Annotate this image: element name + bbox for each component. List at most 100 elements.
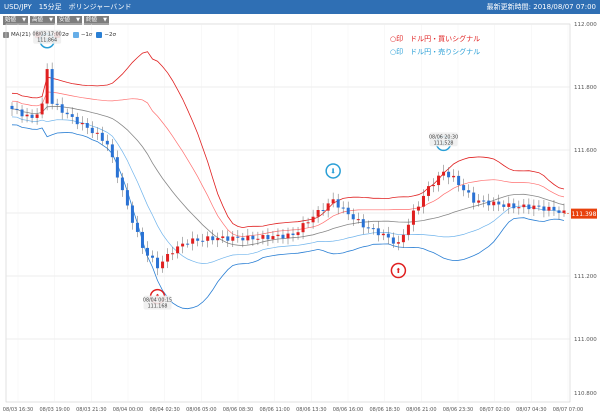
candle-body[interactable] — [35, 114, 39, 118]
candle-body[interactable] — [291, 233, 295, 236]
candle-body[interactable] — [492, 201, 496, 206]
candle-body[interactable] — [206, 236, 210, 241]
candle-body[interactable] — [60, 104, 64, 113]
candle-body[interactable] — [361, 219, 365, 228]
candle-body[interactable] — [421, 195, 425, 207]
candle-body[interactable] — [256, 238, 260, 240]
candle-body[interactable] — [301, 223, 305, 233]
candle-body[interactable] — [251, 235, 255, 240]
candle-body[interactable] — [366, 227, 370, 229]
candle-body[interactable] — [140, 231, 144, 248]
candle-body[interactable] — [467, 190, 471, 193]
candle-body[interactable] — [326, 203, 330, 211]
candle-body[interactable] — [216, 238, 220, 241]
candle-body[interactable] — [457, 175, 461, 186]
candle-body[interactable] — [497, 201, 501, 205]
candle-body[interactable] — [336, 199, 340, 208]
candle-body[interactable] — [211, 236, 215, 241]
candle-body[interactable] — [371, 228, 375, 230]
candle-body[interactable] — [196, 238, 200, 241]
candle-body[interactable] — [186, 243, 190, 245]
candle-body[interactable] — [176, 246, 180, 254]
candle-body[interactable] — [427, 186, 431, 196]
candle-body[interactable] — [231, 236, 235, 241]
candle-body[interactable] — [542, 206, 546, 211]
candle-body[interactable] — [15, 109, 19, 111]
candle-body[interactable] — [55, 103, 59, 105]
candle-body[interactable] — [331, 199, 335, 204]
candle-body[interactable] — [341, 207, 345, 209]
candle-body[interactable] — [266, 235, 270, 240]
candle-body[interactable] — [487, 200, 491, 206]
candle-body[interactable] — [562, 210, 566, 213]
candle-body[interactable] — [40, 103, 44, 115]
candle-body[interactable] — [271, 236, 275, 240]
candle-body[interactable] — [156, 257, 160, 269]
candle-body[interactable] — [10, 105, 14, 110]
candle-body[interactable] — [406, 224, 410, 235]
candle-body[interactable] — [120, 177, 124, 191]
candle-body[interactable] — [482, 200, 486, 202]
candle-body[interactable] — [95, 132, 99, 134]
candle-body[interactable] — [166, 253, 170, 262]
candle-body[interactable] — [376, 228, 380, 236]
candle-body[interactable] — [316, 209, 320, 217]
candle-body[interactable] — [75, 116, 79, 125]
candle-body[interactable] — [321, 209, 325, 211]
candle-body[interactable] — [532, 205, 536, 210]
candle-body[interactable] — [45, 69, 49, 104]
candle-body[interactable] — [286, 233, 290, 239]
candle-body[interactable] — [171, 253, 175, 255]
candle-body[interactable] — [80, 123, 84, 125]
candle-body[interactable] — [125, 190, 129, 206]
candle-body[interactable] — [452, 175, 456, 178]
candle-body[interactable] — [447, 171, 451, 178]
candle-body[interactable] — [281, 234, 285, 239]
candle-body[interactable] — [30, 114, 34, 118]
candle-body[interactable] — [135, 222, 139, 232]
candle-body[interactable] — [105, 140, 109, 145]
candle-body[interactable] — [115, 157, 119, 178]
candle-body[interactable] — [442, 171, 446, 176]
candle-body[interactable] — [181, 243, 185, 247]
candle-body[interactable] — [145, 247, 149, 256]
candle-body[interactable] — [221, 236, 225, 239]
candle-body[interactable] — [246, 235, 250, 241]
candle-body[interactable] — [522, 204, 526, 208]
candle-body[interactable] — [401, 234, 405, 243]
candle-body[interactable] — [537, 205, 541, 207]
candle-body[interactable] — [527, 204, 531, 210]
candle-body[interactable] — [90, 127, 94, 134]
candle-body[interactable] — [356, 219, 360, 221]
candle-body[interactable] — [151, 255, 155, 258]
candle-body[interactable] — [381, 233, 385, 236]
candle-body[interactable] — [557, 210, 561, 213]
candle-body[interactable] — [130, 205, 134, 223]
candle-body[interactable] — [161, 261, 165, 269]
candle-body[interactable] — [20, 109, 24, 117]
candle-body[interactable] — [296, 232, 300, 236]
candle-body[interactable] — [477, 200, 481, 203]
candle-body[interactable] — [512, 203, 516, 209]
candle-body[interactable] — [65, 112, 69, 115]
bollinger-candlestick-chart[interactable]: 111.000111.200111.400111.600111.800112.0… — [0, 0, 600, 415]
candle-body[interactable] — [472, 192, 476, 203]
candle-body[interactable] — [416, 206, 420, 211]
candle-body[interactable] — [191, 238, 195, 244]
candle-body[interactable] — [201, 240, 205, 242]
candle-body[interactable] — [236, 236, 240, 238]
candle-body[interactable] — [517, 207, 521, 209]
candle-body[interactable] — [507, 203, 511, 207]
candle-body[interactable] — [547, 206, 551, 211]
candle-body[interactable] — [462, 185, 466, 191]
candle-body[interactable] — [110, 144, 114, 158]
candle-body[interactable] — [50, 69, 54, 104]
candle-body[interactable] — [100, 132, 104, 141]
candle-body[interactable] — [276, 234, 280, 237]
candle-body[interactable] — [502, 204, 506, 207]
candle-body[interactable] — [386, 233, 390, 238]
candle-body[interactable] — [70, 114, 74, 117]
candle-body[interactable] — [85, 123, 89, 128]
candle-body[interactable] — [396, 242, 400, 244]
candle-body[interactable] — [346, 207, 350, 215]
